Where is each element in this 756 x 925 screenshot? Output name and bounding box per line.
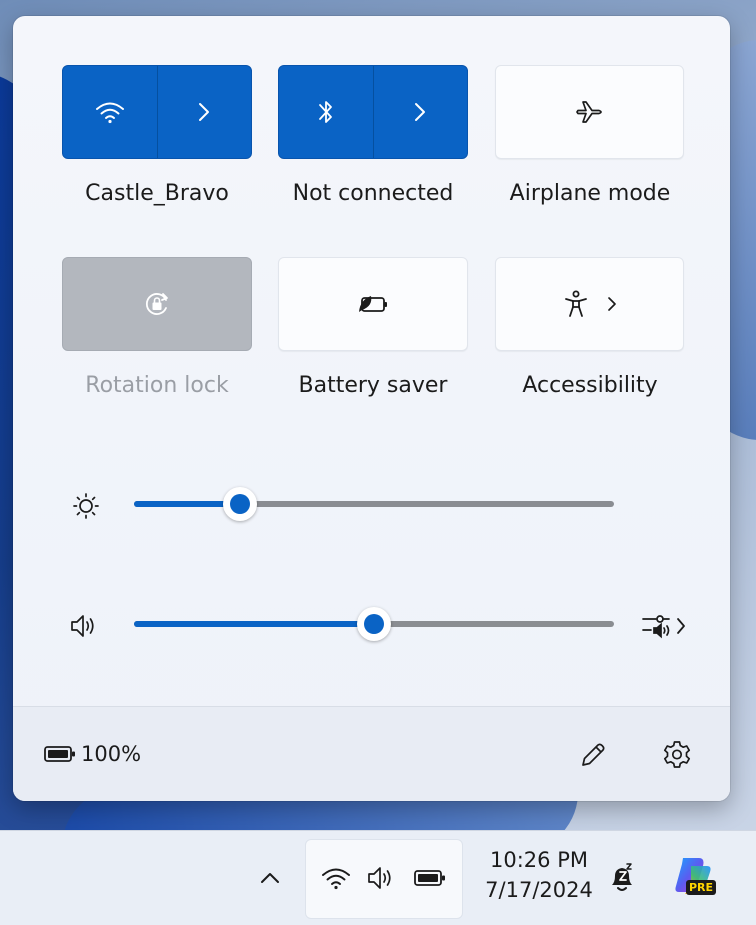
gear-icon <box>663 741 691 768</box>
volume-mute-button[interactable] <box>67 610 101 642</box>
bluetooth-expand-button[interactable] <box>372 66 468 158</box>
wifi-icon <box>322 868 350 890</box>
battery-icon <box>414 870 445 886</box>
airplane-icon <box>575 101 602 123</box>
clock-time: 10:26 PM <box>490 848 588 872</box>
volume-slider[interactable] <box>134 607 614 641</box>
bluetooth-icon <box>318 101 332 123</box>
battery-saver-label: Battery saver <box>298 373 448 398</box>
edit-quick-settings-button[interactable] <box>573 735 613 775</box>
volume-slider-fill <box>134 621 374 627</box>
bluetooth-label: Not connected <box>292 181 454 206</box>
wifi-expand-button[interactable] <box>156 66 252 158</box>
copilot-preview-badge: PRE <box>686 880 717 895</box>
quick-settings-footer: 100% <box>13 706 730 801</box>
chevron-right-icon <box>415 103 426 121</box>
sound-output-icon <box>642 615 670 639</box>
taskbar: 10:26 PM 7/17/2024 PRE <box>0 830 756 925</box>
chevron-up-icon <box>261 873 279 883</box>
wifi-tile <box>62 65 252 159</box>
speaker-icon <box>71 615 94 637</box>
wifi-icon <box>95 102 124 124</box>
settings-button[interactable] <box>657 735 697 775</box>
copilot-button[interactable]: PRE <box>664 849 722 903</box>
quick-settings-tray-button[interactable] <box>305 839 463 919</box>
airplane-mode-label: Airplane mode <box>509 181 671 206</box>
speaker-icon <box>368 867 391 889</box>
battery-icon <box>44 746 75 762</box>
battery-percent: 100% <box>81 742 142 766</box>
volume-slider-thumb[interactable] <box>357 607 391 641</box>
bluetooth-tile <box>278 65 468 159</box>
quick-settings-panel: Castle_Bravo Not connected Airplane mode… <box>13 16 730 801</box>
chevron-right-icon <box>199 103 210 121</box>
notifications-button[interactable] <box>602 858 642 898</box>
sound-output-button[interactable] <box>634 608 692 644</box>
clock-date: 7/17/2024 <box>485 878 593 902</box>
battery-saver-icon <box>359 296 387 312</box>
brightness-slider-thumb[interactable] <box>222 487 257 521</box>
pencil-icon <box>582 743 605 766</box>
show-hidden-icons-button[interactable] <box>250 859 290 897</box>
rotation-lock-button[interactable] <box>62 257 252 351</box>
rotation-lock-label: Rotation lock <box>85 373 229 398</box>
wifi-label: Castle_Bravo <box>85 181 229 206</box>
bell-snooze-icon <box>612 863 632 891</box>
battery-status-button[interactable]: 100% <box>43 740 141 768</box>
accessibility-icon <box>564 290 587 317</box>
battery-saver-button[interactable] <box>278 257 468 351</box>
clock-button[interactable]: 10:26 PM 7/17/2024 <box>470 845 608 905</box>
bluetooth-toggle-button[interactable] <box>279 66 373 158</box>
wifi-toggle-button[interactable] <box>63 66 157 158</box>
brightness-slider[interactable] <box>134 487 614 521</box>
brightness-icon <box>70 490 102 522</box>
chevron-right-icon <box>677 618 685 634</box>
accessibility-button[interactable] <box>495 257 684 351</box>
airplane-mode-button[interactable] <box>495 65 684 159</box>
accessibility-label: Accessibility <box>522 373 658 398</box>
chevron-right-icon <box>607 297 616 311</box>
rotation-lock-icon <box>146 293 168 315</box>
